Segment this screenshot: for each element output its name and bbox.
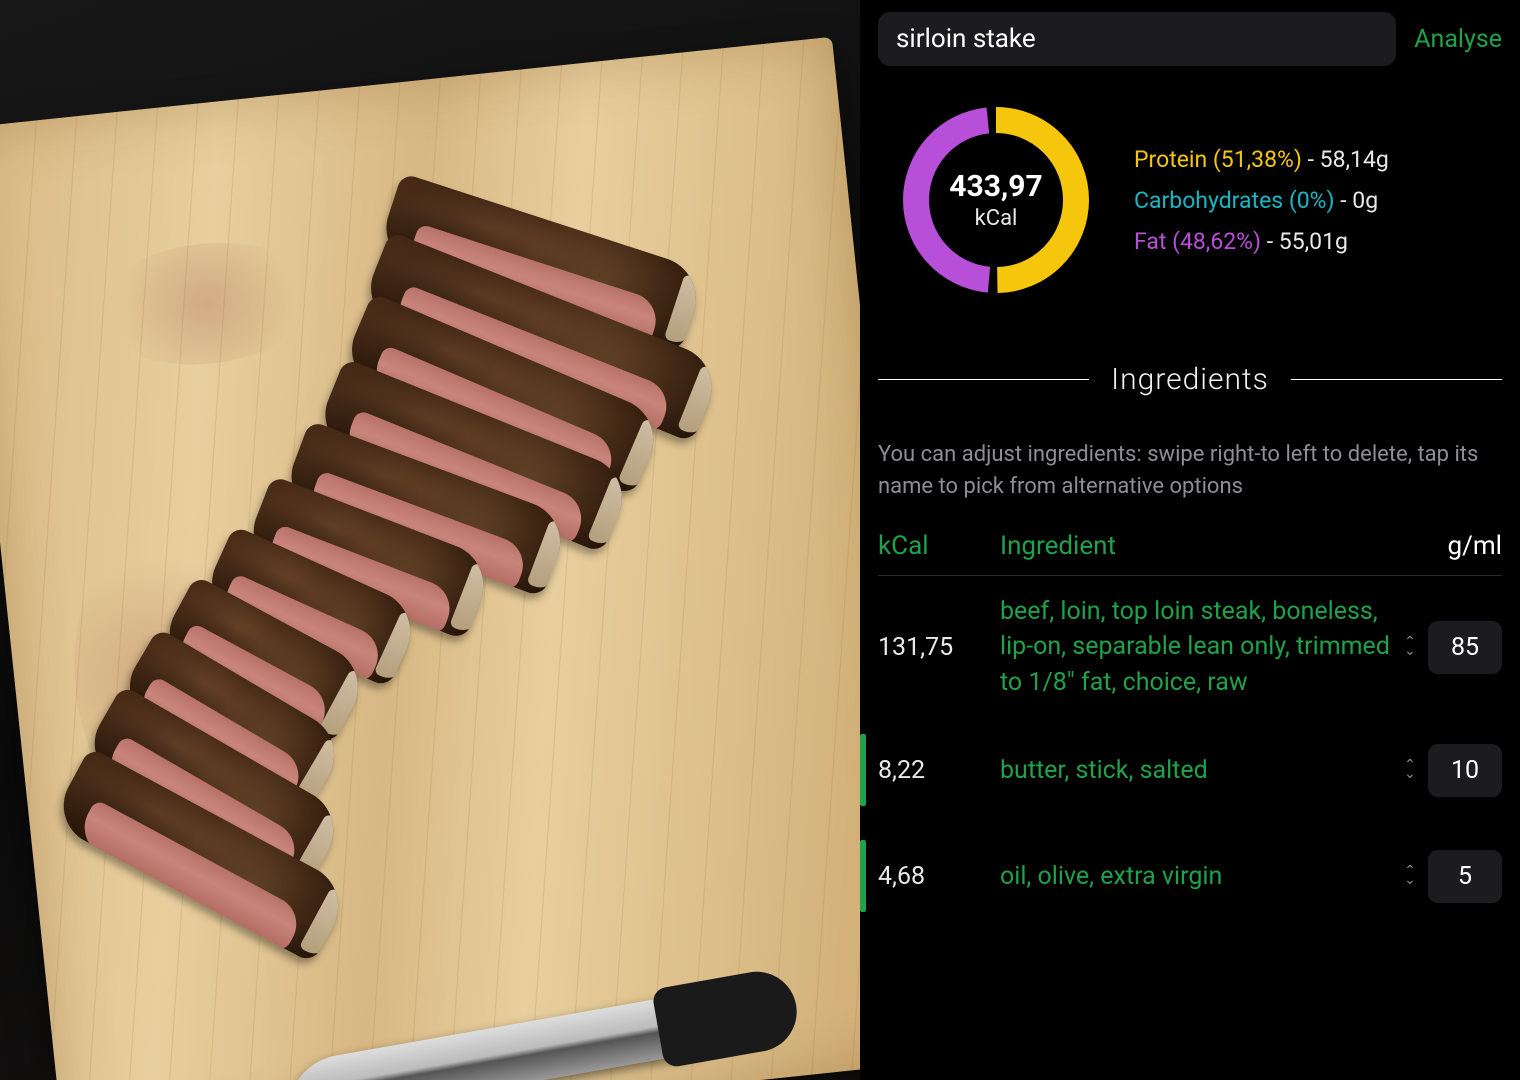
macro-label: Fat (48,62%) (1134, 228, 1261, 255)
divider (878, 379, 1089, 380)
macro-label: Carbohydrates (0%) (1134, 187, 1335, 214)
chevron-down-icon: ⌄ (1404, 647, 1416, 656)
macro-grams: - 55,01g (1261, 228, 1348, 255)
macro-line-carbs: Carbohydrates (0%) - 0g (1134, 187, 1389, 214)
analyse-button[interactable]: Analyse (1414, 25, 1502, 54)
ingredient-name[interactable]: butter, stick, salted (988, 753, 1400, 789)
meal-photo (0, 0, 860, 1080)
ingredient-kcal: 8,22 (878, 756, 988, 785)
column-header-gml: g/ml (1412, 531, 1502, 561)
ingredient-kcal: 131,75 (878, 633, 988, 662)
chevron-down-icon: ⌄ (1404, 770, 1416, 779)
total-kcal-unit: kCal (975, 206, 1018, 231)
macro-breakdown: Protein (51,38%) - 58,14g Carbohydrates (… (1134, 146, 1389, 255)
row-accent-bar (860, 734, 866, 806)
ingredients-heading: Ingredients (1111, 362, 1269, 397)
ingredient-kcal: 4,68 (878, 862, 988, 891)
column-header-ingredient: Ingredient (988, 531, 1412, 561)
total-kcal-value: 433,97 (949, 169, 1042, 204)
row-accent-bar (860, 840, 866, 912)
ingredient-row[interactable]: 4,68oil, olive, extra virgin⌃⌄ 5 (878, 840, 1502, 912)
quantity-stepper[interactable]: ⌃⌄ (1400, 761, 1420, 779)
macro-line-fat: Fat (48,62%) - 55,01g (1134, 228, 1389, 255)
ingredient-name[interactable]: oil, olive, extra virgin (988, 859, 1400, 895)
ingredient-row[interactable]: 131,75beef, loin, top loin steak, bonele… (878, 594, 1502, 701)
column-header-kcal: kCal (878, 531, 988, 561)
search-input[interactable]: sirloin stake (878, 12, 1396, 66)
macro-donut-chart: 433,97 kCal (896, 100, 1096, 300)
macro-grams: - 58,14g (1302, 146, 1389, 173)
ingredients-hint: You can adjust ingredients: swipe right-… (878, 439, 1502, 503)
quantity-input[interactable]: 5 (1428, 850, 1502, 903)
ingredient-row[interactable]: 8,22butter, stick, salted⌃⌄ 10 (878, 734, 1502, 806)
quantity-input[interactable]: 85 (1428, 621, 1502, 674)
macro-label: Protein (51,38%) (1134, 146, 1302, 173)
macro-line-protein: Protein (51,38%) - 58,14g (1134, 146, 1389, 173)
chevron-down-icon: ⌄ (1404, 876, 1416, 885)
quantity-stepper[interactable]: ⌃⌄ (1400, 638, 1420, 656)
divider (1291, 379, 1502, 380)
quantity-stepper[interactable]: ⌃⌄ (1400, 867, 1420, 885)
nutrition-panel: sirloin stake Analyse 433,97 kCal Protei… (860, 0, 1520, 1080)
macro-grams: - 0g (1335, 187, 1379, 214)
quantity-input[interactable]: 10 (1428, 744, 1502, 797)
ingredient-name[interactable]: beef, loin, top loin steak, boneless, li… (988, 594, 1400, 701)
